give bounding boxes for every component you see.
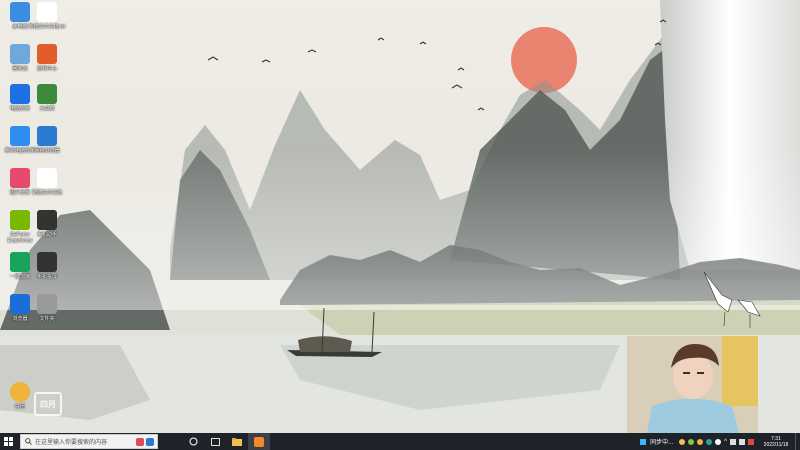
- folder-icon: [37, 294, 57, 314]
- tool-icon: [37, 84, 57, 104]
- earth-icon: [37, 126, 57, 146]
- taskbar-app-widgets[interactable]: [204, 433, 226, 450]
- show-desktop-button[interactable]: [795, 433, 800, 450]
- pet-icon: [10, 382, 30, 402]
- desktop-icon[interactable]: 网络浏览器: [27, 126, 67, 154]
- search-app-icon-2: [146, 437, 154, 446]
- desktop-icon-label: 网络浏览器: [34, 148, 60, 154]
- desktop-icon-label: 大白菜: [39, 106, 55, 112]
- taskbar-clock[interactable]: 7:31 2022/11/18: [757, 436, 795, 448]
- phone-icon: [37, 252, 57, 272]
- desktop-wallpaper: 此电脑 回收站 电脑管家 腾讯电脑管家 图片管家 GeForce Experience 一键…: [0, 0, 800, 433]
- phone-icon: [37, 210, 57, 230]
- widgets-icon: [210, 437, 220, 446]
- system-tray: ^: [679, 438, 754, 445]
- desktop-icon[interactable]: 大白菜: [27, 84, 67, 112]
- tray-icon[interactable]: [688, 438, 695, 445]
- taskbar-search-box[interactable]: 在这里输入你要搜索的内容: [20, 434, 158, 449]
- desktop-icon-label: 新建文本文档.txt: [28, 24, 66, 30]
- document-icon: [37, 168, 57, 188]
- volume-icon[interactable]: [739, 438, 745, 445]
- app-icon: [254, 436, 264, 447]
- desktop-icon-label: 新建文本文档: [31, 190, 62, 196]
- folder-icon: [232, 437, 242, 446]
- tray-icon[interactable]: [679, 438, 686, 445]
- desktop-icon[interactable]: 文件夹: [27, 294, 67, 322]
- desktop-icon[interactable]: 手机投屏: [27, 252, 67, 280]
- watermark: 四月: [34, 392, 62, 416]
- desktop-icon[interactable]: 新建文本文档.txt: [27, 2, 67, 30]
- desktop-icon-label: 游戏中心: [36, 66, 57, 72]
- tray-icon[interactable]: [706, 438, 713, 445]
- tray-icon[interactable]: [715, 438, 722, 445]
- desktop-icon[interactable]: 新建文本文档: [27, 168, 67, 196]
- desktop-icon[interactable]: 游戏中心: [27, 44, 67, 72]
- chevron-up-icon[interactable]: ^: [724, 439, 727, 445]
- network-icon[interactable]: [730, 438, 736, 445]
- desktop-icon-label: 文件夹: [39, 316, 55, 322]
- document-icon: [37, 2, 57, 22]
- flying-birds: [207, 19, 667, 111]
- search-app-icon: [136, 437, 144, 446]
- search-icon: [25, 438, 32, 445]
- task-view-button[interactable]: [182, 433, 204, 450]
- taskbar-app-active[interactable]: [248, 433, 270, 450]
- input-method-icon[interactable]: [748, 438, 754, 445]
- clock-date: 2022/11/18: [763, 441, 789, 448]
- webcam-overlay: [627, 336, 758, 433]
- desktop-icon-label: 手机助手: [36, 232, 57, 238]
- search-placeholder: 在这里输入你要搜索的内容: [35, 440, 108, 446]
- watermark-text: 四月: [40, 399, 56, 409]
- start-button[interactable]: [0, 433, 16, 450]
- windows-logo-icon: [3, 437, 13, 446]
- tray-status-text[interactable]: 同步中...: [650, 437, 673, 446]
- tray-app-icon[interactable]: [640, 438, 647, 445]
- tray-icon[interactable]: [697, 438, 704, 445]
- desktop-icon[interactable]: 手机助手: [27, 210, 67, 238]
- taskbar: 在这里输入你要搜索的内容 同步中... ^ 7:31 2022/11/18: [0, 433, 800, 450]
- desktop-icon-label: 手机投屏: [36, 274, 57, 280]
- taskbar-app-explorer[interactable]: [226, 433, 248, 450]
- game-icon: [37, 44, 57, 64]
- task-view-icon: [189, 437, 197, 446]
